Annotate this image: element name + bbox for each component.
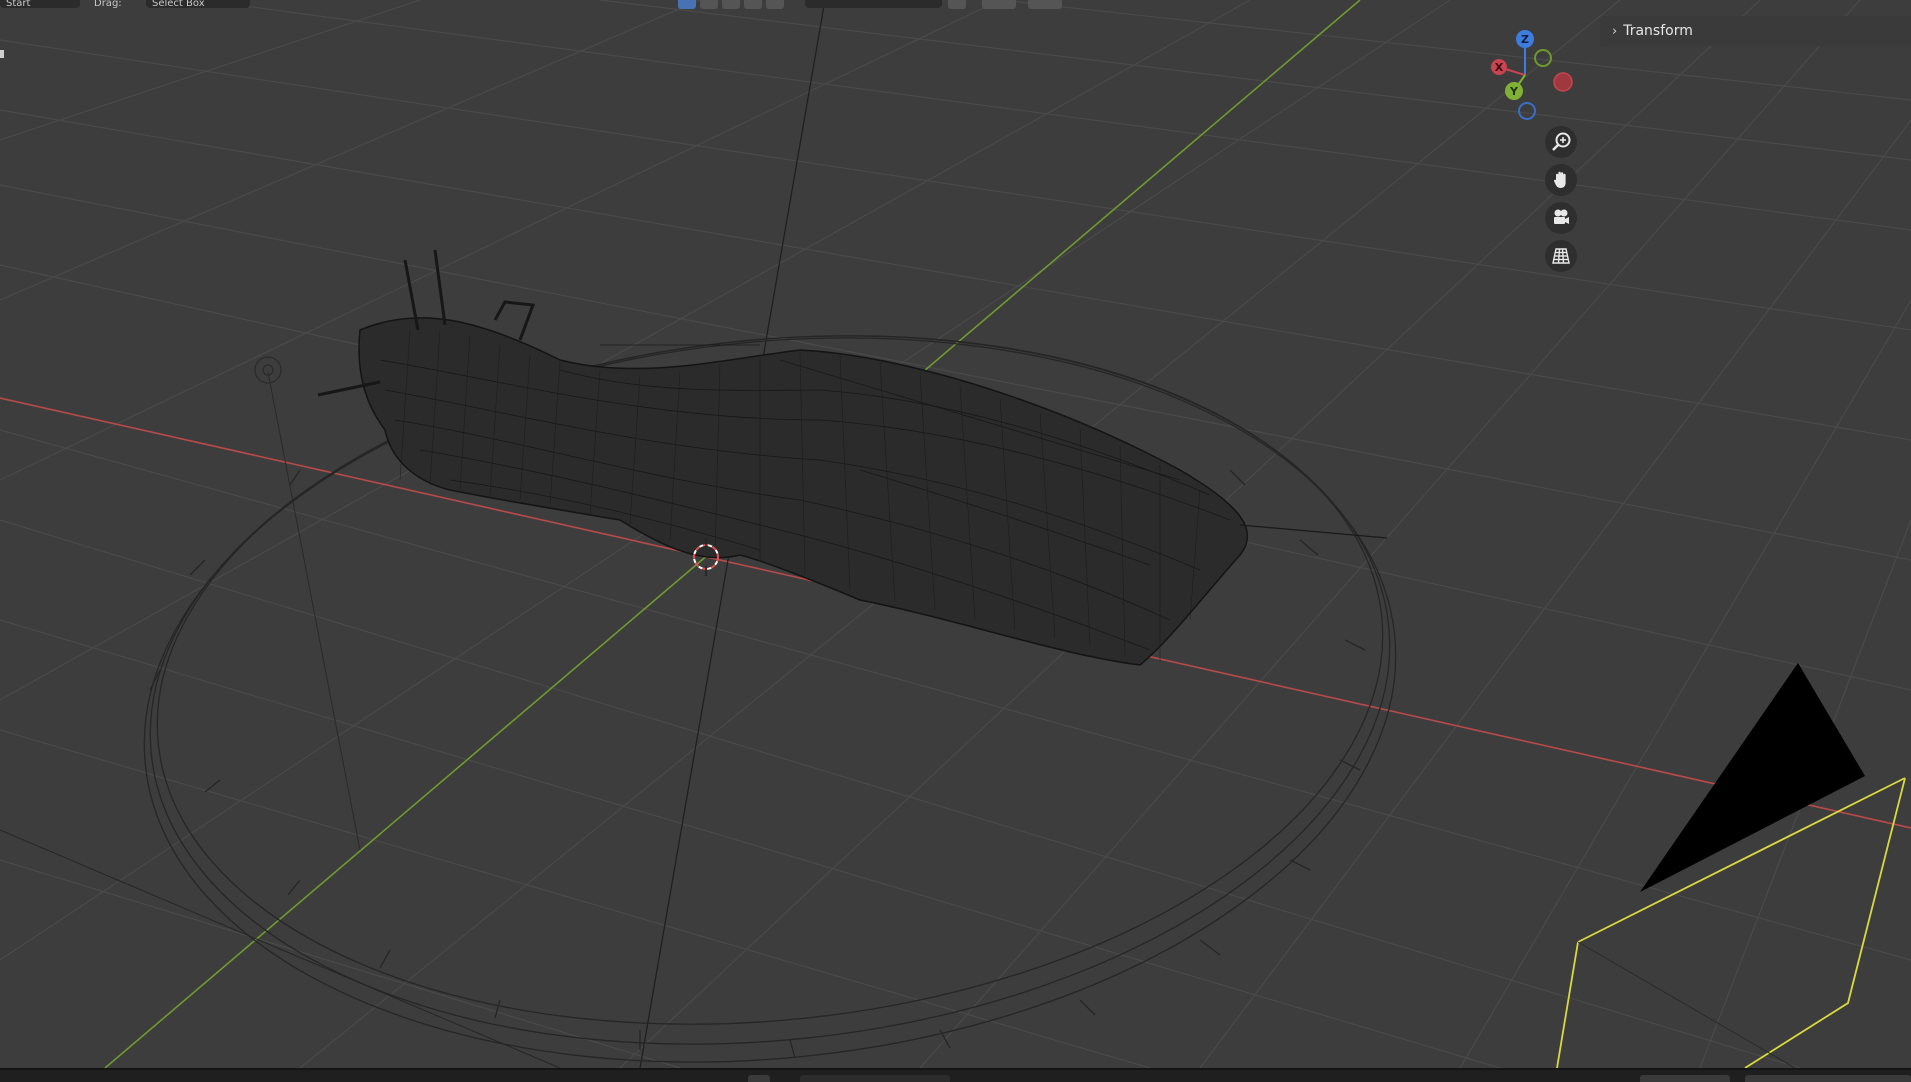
gizmo-neg-z-icon[interactable]: [1518, 102, 1536, 120]
3d-viewport[interactable]: Start Drag: Select Box Z X Y › Transform: [0, 0, 1911, 1068]
zoom-button[interactable]: [1545, 126, 1577, 158]
drag-label-text: Drag:: [94, 0, 122, 8]
snap-icon[interactable]: [948, 0, 966, 9]
pan-button[interactable]: [1545, 164, 1577, 196]
perspective-toggle-button[interactable]: [1545, 240, 1577, 272]
select-invert-icon[interactable]: [744, 0, 762, 9]
zoom-icon: [1552, 132, 1571, 151]
select-intersect-icon[interactable]: [766, 0, 784, 9]
drag-label: Drag:: [88, 0, 140, 8]
light-object[interactable]: [254, 356, 282, 384]
camera-icon: [1554, 209, 1569, 224]
camera-object[interactable]: [1640, 663, 1865, 892]
grid-icon: [1552, 248, 1570, 264]
spaceship-mesh[interactable]: [317, 249, 1388, 666]
gizmo-y-label: Y: [1509, 85, 1519, 98]
navigation-gizmo[interactable]: Z X Y: [1475, 25, 1575, 125]
select-box-icon[interactable]: [678, 0, 696, 9]
select-box-label: Select Box: [152, 0, 205, 8]
proportional-edit-icon[interactable]: [982, 0, 1016, 9]
select-subtract-icon[interactable]: [722, 0, 740, 9]
select-extend-icon[interactable]: [700, 0, 718, 9]
select-box-dropdown[interactable]: Select Box: [146, 0, 250, 8]
gizmo-neg-y-icon[interactable]: [1534, 49, 1552, 67]
gizmo-neg-x-icon[interactable]: [1553, 72, 1573, 92]
chevron-right-icon: ›: [1612, 23, 1618, 39]
gizmo-x-label: X: [1495, 61, 1504, 74]
status-keymap: [800, 1075, 950, 1082]
transform-label: Transform: [1623, 23, 1693, 39]
status-chip: [748, 1075, 770, 1082]
search-field[interactable]: [805, 0, 942, 8]
overlay-icon[interactable]: [1028, 0, 1062, 9]
gizmo-z-label: Z: [1521, 33, 1529, 46]
hand-icon: [1553, 171, 1566, 188]
ground-diag: [0, 829, 561, 1068]
mode-dropdown[interactable]: Start: [0, 0, 80, 8]
camera-view-button[interactable]: [1545, 202, 1577, 234]
status-info: [1640, 1075, 1730, 1082]
left-edge-marker: [0, 50, 4, 58]
transform-panel[interactable]: › Transform: [1600, 16, 1911, 46]
camera-frame-edge: [1577, 941, 1796, 1068]
mode-label: Start: [6, 0, 31, 8]
light-line: [267, 371, 361, 851]
viewport-scene[interactable]: [0, 0, 1911, 1068]
status-stats: [1745, 1075, 1911, 1082]
